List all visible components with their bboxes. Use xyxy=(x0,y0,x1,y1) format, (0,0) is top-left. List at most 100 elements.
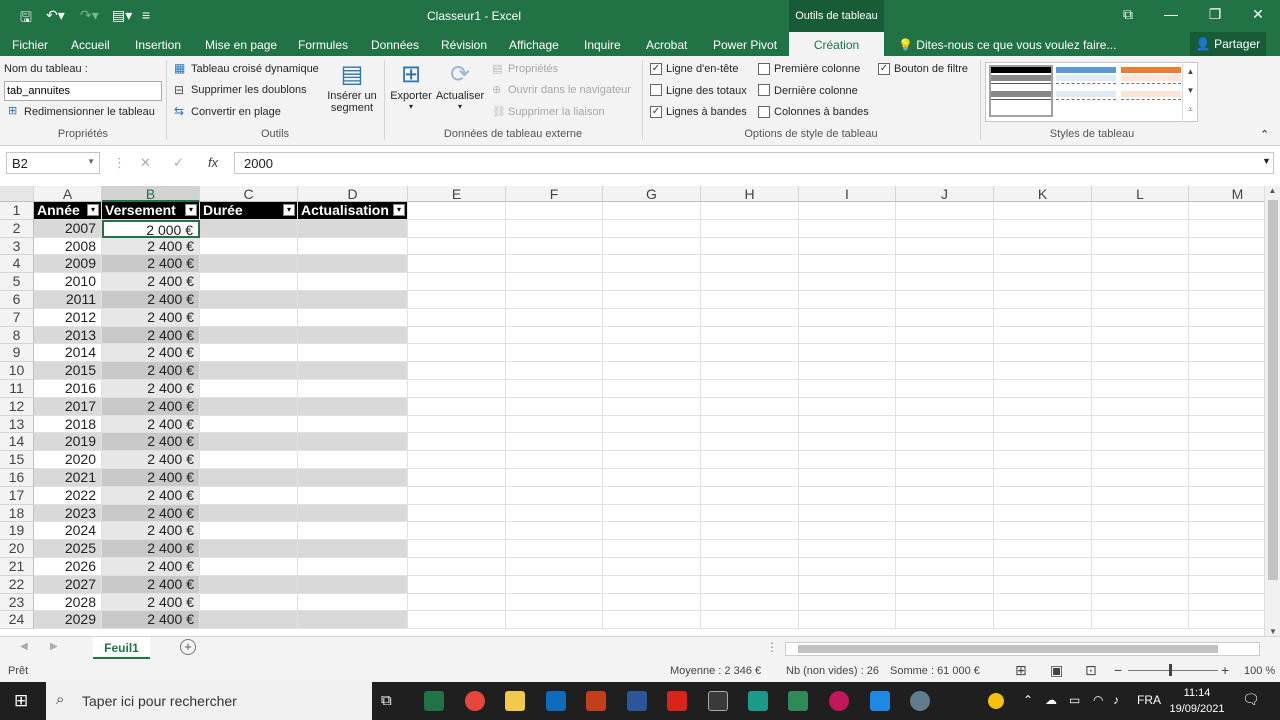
empty-cell[interactable] xyxy=(1092,469,1189,487)
row-header[interactable]: 13 xyxy=(0,415,34,434)
row-header[interactable]: 1 xyxy=(0,202,34,220)
amount-cell[interactable]: 2 400 € xyxy=(102,540,200,558)
empty-cell[interactable] xyxy=(701,308,799,327)
language-indicator[interactable]: FRA xyxy=(1137,693,1161,707)
empty-cell[interactable] xyxy=(603,344,701,363)
empty-cell[interactable] xyxy=(896,611,994,630)
banded-rows-checkbox[interactable]: ✓ xyxy=(650,106,662,118)
empty-cell[interactable] xyxy=(408,344,506,363)
empty-cell[interactable] xyxy=(1092,558,1189,576)
column-header-d[interactable]: D xyxy=(298,186,408,202)
row-header[interactable]: 14 xyxy=(0,433,34,452)
table-empty-cell[interactable] xyxy=(298,219,408,238)
empty-cell[interactable] xyxy=(408,504,506,523)
empty-cell[interactable] xyxy=(994,575,1092,594)
refresh-button[interactable]: ⟳ Actualiser ▾ xyxy=(434,60,486,111)
empty-cell[interactable] xyxy=(1189,362,1266,380)
zoom-slider[interactable] xyxy=(1128,670,1218,671)
tab-inquire[interactable]: Inquire xyxy=(584,38,621,52)
row-header[interactable]: 19 xyxy=(0,522,34,541)
empty-cell[interactable] xyxy=(603,202,701,220)
tab-power-pivot[interactable]: Power Pivot xyxy=(713,38,777,52)
empty-cell[interactable] xyxy=(701,469,799,487)
empty-cell[interactable] xyxy=(1189,487,1266,505)
total-row-checkbox[interactable] xyxy=(650,84,662,96)
table-style-blue[interactable] xyxy=(1056,67,1116,115)
empty-cell[interactable] xyxy=(506,415,603,434)
empty-cell[interactable] xyxy=(603,308,701,327)
onedrive-icon[interactable]: ☁ xyxy=(1045,693,1057,707)
amount-cell[interactable]: 2 400 € xyxy=(102,326,200,345)
empty-cell[interactable] xyxy=(1189,273,1266,291)
weather-icon[interactable] xyxy=(988,693,1004,709)
row-header[interactable]: 20 xyxy=(0,540,34,558)
column-header-j[interactable]: J xyxy=(896,186,994,202)
row-header[interactable]: 21 xyxy=(0,558,34,576)
column-header-l[interactable]: L xyxy=(1092,186,1189,202)
empty-cell[interactable] xyxy=(799,540,896,558)
empty-cell[interactable] xyxy=(799,433,896,452)
row-header[interactable]: 15 xyxy=(0,451,34,469)
row-header[interactable]: 10 xyxy=(0,362,34,380)
row-header[interactable]: 23 xyxy=(0,593,34,612)
empty-cell[interactable] xyxy=(701,362,799,380)
table-empty-cell[interactable] xyxy=(200,397,298,416)
empty-cell[interactable] xyxy=(896,362,994,380)
amount-cell[interactable]: 2 400 € xyxy=(102,469,200,487)
row-header[interactable]: 3 xyxy=(0,237,34,256)
share-button[interactable]: 👤 Partager xyxy=(1190,32,1266,56)
table-empty-cell[interactable] xyxy=(200,344,298,363)
empty-cell[interactable] xyxy=(896,344,994,363)
powerpoint-app-icon[interactable] xyxy=(586,691,606,711)
empty-cell[interactable] xyxy=(603,237,701,256)
empty-cell[interactable] xyxy=(994,291,1092,309)
filter-button-checkbox[interactable]: ✓ xyxy=(878,63,890,75)
year-cell[interactable]: 2024 xyxy=(34,522,102,541)
empty-cell[interactable] xyxy=(408,273,506,291)
empty-cell[interactable] xyxy=(408,575,506,594)
empty-cell[interactable] xyxy=(994,486,1092,505)
insert-slicer-button[interactable]: ▤ Insérer un segment xyxy=(324,60,380,114)
empty-cell[interactable] xyxy=(994,451,1092,469)
empty-cell[interactable] xyxy=(701,451,799,469)
empty-cell[interactable] xyxy=(408,433,506,452)
empty-cell[interactable] xyxy=(603,380,701,398)
empty-cell[interactable] xyxy=(408,237,506,256)
table-empty-cell[interactable] xyxy=(298,273,408,291)
table-empty-cell[interactable] xyxy=(298,522,408,541)
zoom-slider-thumb[interactable] xyxy=(1169,664,1172,676)
file-explorer-icon[interactable] xyxy=(505,691,525,711)
empty-cell[interactable] xyxy=(1189,291,1266,309)
show-hidden-icons-icon[interactable]: ⌃ xyxy=(1023,693,1033,707)
select-all-corner[interactable] xyxy=(0,186,34,202)
empty-cell[interactable] xyxy=(506,575,603,594)
tab-fichier[interactable]: Fichier xyxy=(12,38,48,52)
empty-cell[interactable] xyxy=(701,433,799,452)
amount-cell[interactable]: 2 400 € xyxy=(102,308,200,327)
gallery-more-icon[interactable]: ⩡ xyxy=(1183,100,1198,119)
table-empty-cell[interactable] xyxy=(200,469,298,487)
empty-cell[interactable] xyxy=(1092,451,1189,469)
table-empty-cell[interactable] xyxy=(200,558,298,576)
tab-accueil[interactable]: Accueil xyxy=(71,38,110,52)
row-header[interactable]: 12 xyxy=(0,397,34,416)
empty-cell[interactable] xyxy=(896,433,994,452)
amount-cell[interactable]: 2 400 € xyxy=(102,558,200,576)
column-header-c[interactable]: C xyxy=(200,186,298,202)
empty-cell[interactable] xyxy=(1189,398,1266,416)
empty-cell[interactable] xyxy=(603,486,701,505)
column-header-m[interactable]: M xyxy=(1189,186,1266,202)
row-header[interactable]: 22 xyxy=(0,575,34,594)
table-empty-cell[interactable] xyxy=(298,326,408,345)
horizontal-scrollbar[interactable] xyxy=(785,642,1260,656)
amount-cell[interactable]: 2 400 € xyxy=(102,593,200,612)
empty-cell[interactable] xyxy=(994,558,1092,576)
empty-cell[interactable] xyxy=(994,504,1092,523)
table-empty-cell[interactable] xyxy=(298,237,408,256)
column-header-e[interactable]: E xyxy=(408,186,506,202)
empty-cell[interactable] xyxy=(1189,416,1266,434)
empty-cell[interactable] xyxy=(1189,327,1266,345)
row-header[interactable]: 8 xyxy=(0,326,34,345)
row-header[interactable]: 6 xyxy=(0,291,34,309)
empty-cell[interactable] xyxy=(408,522,506,541)
